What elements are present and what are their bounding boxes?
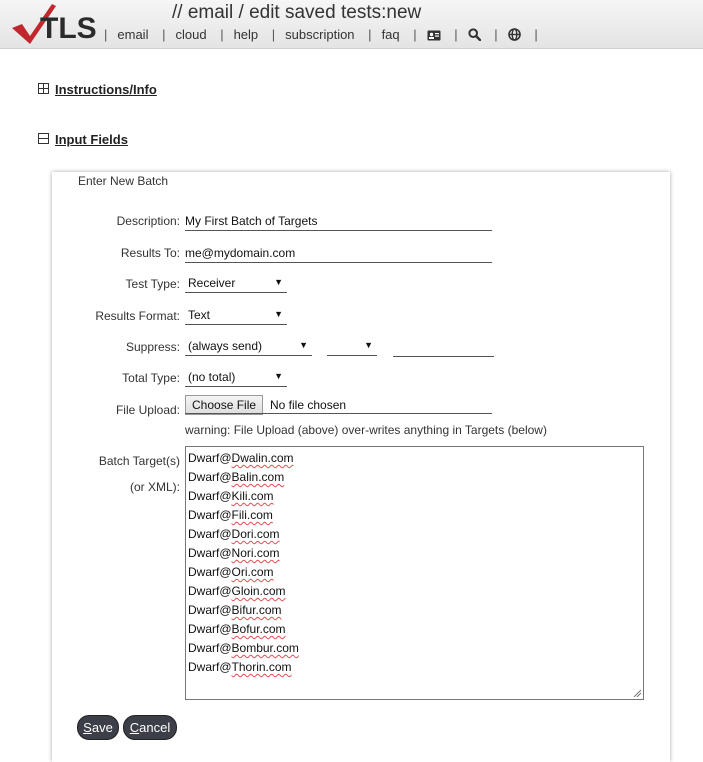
results-format-value: Text (188, 308, 211, 322)
target-line: Dwarf@Fili.com (188, 508, 273, 522)
search-icon[interactable] (468, 27, 481, 42)
suppress-select[interactable]: (always send) ▼ (185, 339, 312, 356)
target-line: Dwarf@Nori.com (188, 546, 280, 560)
form-title: Enter New Batch (78, 174, 169, 188)
results-format-label: Results Format: (95, 309, 180, 323)
suppress-input[interactable] (393, 339, 494, 357)
nav-faq[interactable]: faq (382, 27, 400, 42)
target-line: Dwarf@Kili.com (188, 489, 274, 503)
file-upload-underline (185, 413, 492, 414)
nav-subscription[interactable]: subscription (285, 27, 354, 42)
target-line: Dwarf@Ori.com (188, 565, 274, 579)
resize-handle-icon[interactable] (633, 689, 641, 697)
cancel-button[interactable]: Cancel (123, 715, 177, 740)
targets-label: Batch Target(s) (98, 454, 180, 468)
choose-file-button[interactable]: Choose File (185, 395, 264, 415)
logo-text: TLS (40, 12, 97, 45)
target-line: Dwarf@Thorin.com (188, 660, 292, 674)
input-fields-toggle[interactable]: Input Fields (38, 132, 128, 147)
test-type-label: Test Type: (125, 277, 180, 291)
batch-targets-textarea[interactable]: Dwarf@Dwalin.com Dwarf@Balin.com Dwarf@K… (185, 446, 644, 700)
collapse-icon (38, 133, 49, 144)
dropdown-arrow-icon: ▼ (274, 277, 283, 287)
dropdown-arrow-icon: ▼ (274, 309, 283, 319)
instructions-label: Instructions/Info (55, 82, 157, 97)
target-line: Dwarf@Bifur.com (188, 603, 282, 617)
tls-logo[interactable]: TLS (8, 2, 98, 46)
nav-help[interactable]: help (234, 27, 259, 42)
nav-email[interactable]: email (117, 27, 148, 42)
id-card-icon[interactable] (427, 27, 441, 42)
target-line: Dwarf@Dwalin.com (188, 451, 294, 465)
input-fields-label: Input Fields (55, 132, 128, 147)
targets-label-xml: (or XML): (129, 480, 180, 494)
test-type-select[interactable]: Receiver ▼ (185, 276, 287, 293)
dropdown-arrow-icon: ▼ (299, 340, 308, 350)
description-label: Description: (116, 214, 180, 228)
target-line: Dwarf@Balin.com (188, 470, 285, 484)
expand-icon (38, 83, 49, 94)
results-to-input[interactable] (185, 245, 492, 263)
nav-cloud[interactable]: cloud (175, 27, 206, 42)
dropdown-arrow-icon: ▼ (364, 340, 373, 350)
target-line: Dwarf@Bombur.com (188, 641, 299, 655)
description-input[interactable] (185, 213, 492, 231)
results-to-label: Results To: (120, 246, 180, 260)
suppress-label: Suppress: (125, 340, 180, 354)
globe-icon[interactable] (507, 27, 521, 42)
dropdown-arrow-icon: ▼ (274, 371, 283, 381)
instructions-toggle[interactable]: Instructions/Info (38, 82, 157, 97)
total-type-label: Total Type: (122, 371, 180, 385)
top-nav: | email | cloud | help | subscription | faq |… (104, 27, 538, 42)
target-line: Dwarf@Bofur.com (188, 622, 286, 636)
test-type-value: Receiver (188, 276, 236, 290)
target-line: Dwarf@Dori.com (188, 527, 280, 541)
save-button[interactable]: Save (77, 715, 119, 740)
target-line: Dwarf@Gloin.com (188, 584, 286, 598)
file-status: No file chosen (270, 398, 347, 412)
total-type-select[interactable]: (no total) ▼ (185, 370, 287, 387)
app-header: TLS // email / edit saved tests:new | ema… (0, 0, 703, 49)
results-format-select[interactable]: Text ▼ (185, 308, 287, 325)
suppress-value: (always send) (188, 339, 263, 353)
suppress-select-2[interactable]: ▼ (327, 339, 377, 356)
total-type-value: (no total) (188, 370, 236, 384)
batch-form-panel: Enter New Batch Description: Results To:… (52, 172, 670, 762)
page-title: // email / edit saved tests:new (172, 2, 422, 23)
file-upload-label: File Upload: (115, 403, 180, 417)
upload-warning: warning: File Upload (above) over-writes… (185, 423, 547, 437)
